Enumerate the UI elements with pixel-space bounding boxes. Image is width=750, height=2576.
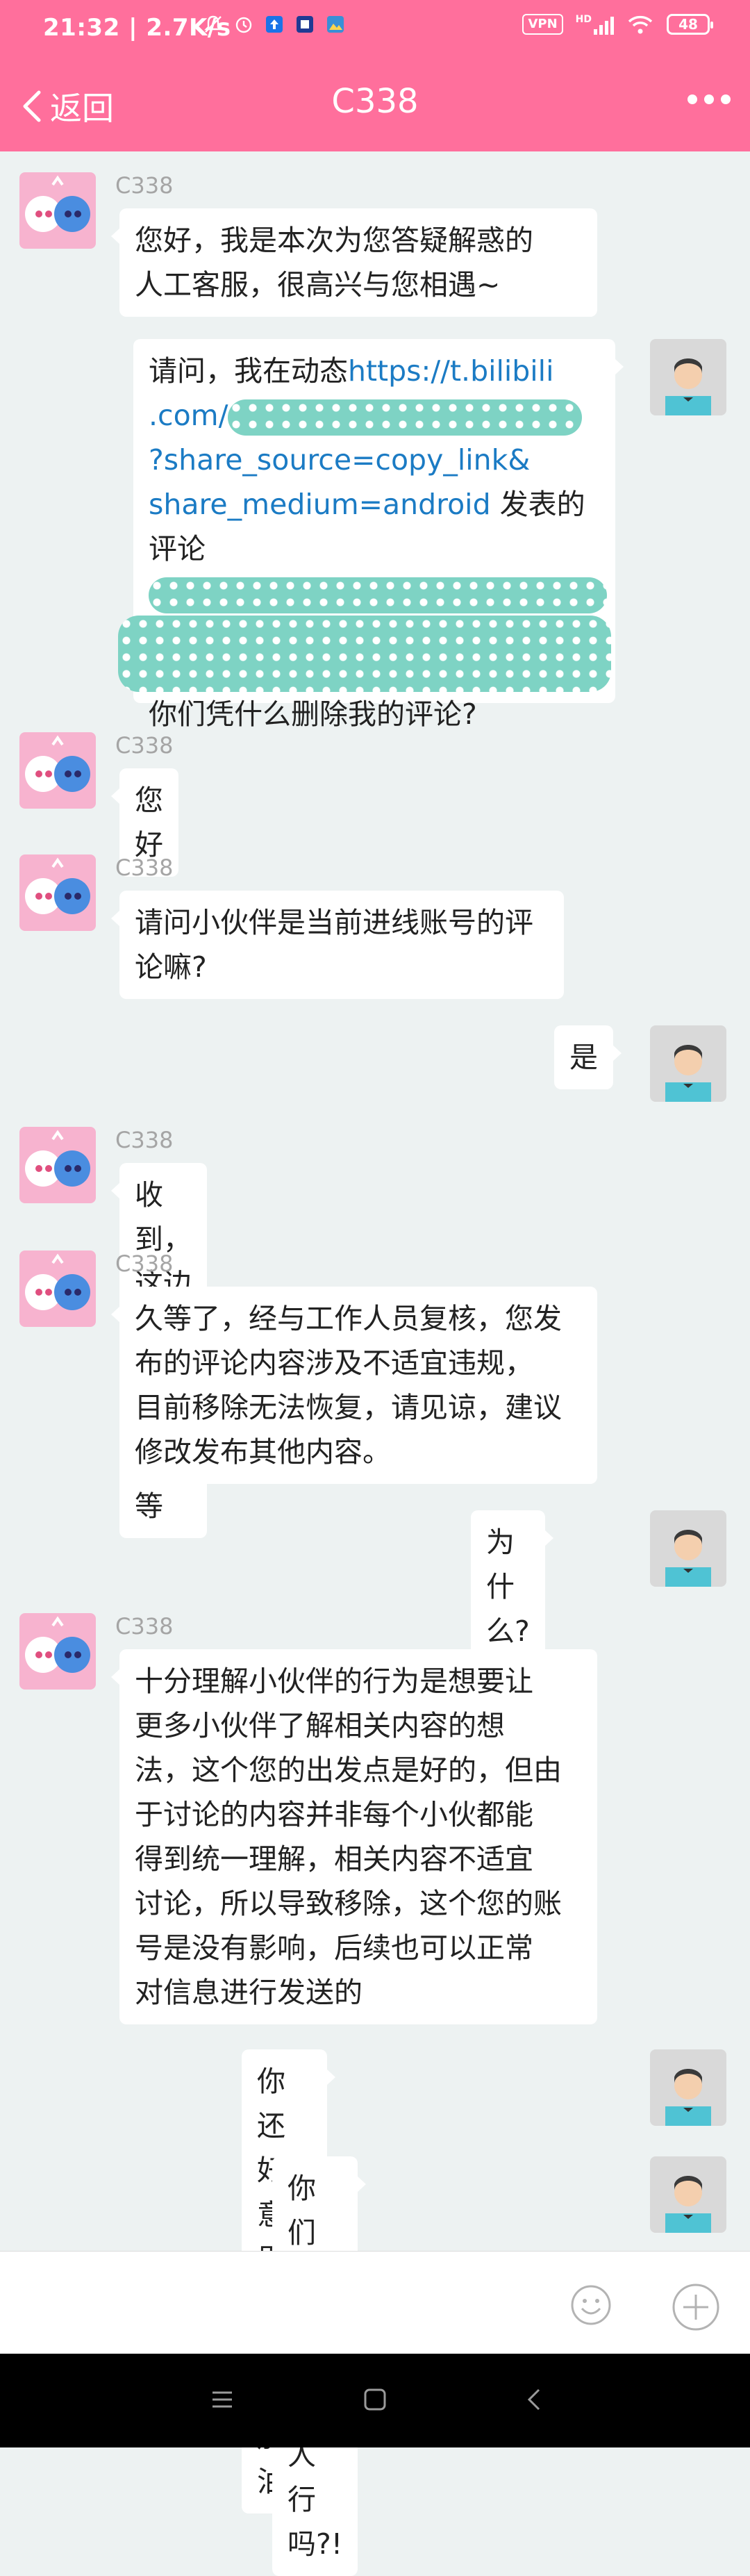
agent-avatar-icon[interactable] [19, 1250, 96, 1327]
network-type: HD [575, 14, 592, 25]
user-avatar-icon[interactable] [650, 2156, 726, 2233]
system-navigation-bar [0, 2354, 750, 2447]
emoji-icon[interactable] [569, 2284, 612, 2327]
home-icon[interactable] [361, 2386, 389, 2413]
message-text: 发表的 [490, 488, 585, 521]
message-bubble[interactable]: 您好，我是本次为您答疑解惑的 人工客服，很高兴与您相遇~ [111, 208, 597, 317]
status-right: VPN HD 48 [522, 14, 713, 35]
message-bubble[interactable]: 久等了，经与工作人员复核，您发 布的评论内容涉及不适宜违规， 目前移除无法恢复，… [111, 1287, 597, 1484]
sender-name: C338 [115, 732, 174, 759]
sender-name: C338 [115, 854, 174, 881]
status-bar: 21:32 | 2.7K/s VPN HD 48 [0, 0, 750, 56]
agent-avatar-icon[interactable] [19, 172, 96, 249]
status-notification-icons [203, 14, 346, 35]
message-bubble[interactable]: 请问小伙伴是当前进线账号的评 论嘛? [111, 891, 564, 999]
redaction-mark [149, 577, 607, 613]
user-avatar-icon[interactable] [650, 1025, 726, 1102]
message-bubble[interactable]: 是 [554, 1025, 622, 1089]
redaction-mark [228, 399, 583, 436]
message-text: 你们凭什么删除我的评论? [149, 697, 477, 731]
chat-title: C338 [331, 82, 419, 121]
app-icon [297, 16, 313, 33]
sender-name: C338 [115, 1127, 174, 1153]
vpn-badge: VPN [522, 14, 563, 35]
message-link[interactable]: share_medium=android [149, 488, 491, 521]
sender-name: C338 [115, 1250, 174, 1277]
chat-header: 返回 C338 [0, 56, 750, 151]
user-avatar-icon[interactable] [650, 339, 726, 415]
message-link[interactable]: ?share_source=copy_link& [149, 443, 530, 477]
agent-avatar-icon[interactable] [19, 1613, 96, 1690]
message-input-bar[interactable] [0, 2251, 750, 2354]
agent-avatar-icon[interactable] [19, 1127, 96, 1203]
chat-message-list[interactable]: C338 您好，我是本次为您答疑解惑的 人工客服，很高兴与您相遇~ 请问，我在动… [0, 151, 750, 2576]
message-text: 请问，我在动态 [149, 354, 348, 388]
menu-icon[interactable] [208, 2386, 236, 2413]
message-bubble[interactable]: 十分理解小伙伴的行为是想要让 更多小伙伴了解相关内容的想 法，这个您的出发点是好… [111, 1649, 597, 2024]
message-bubble[interactable]: 为什么? [471, 1510, 553, 1663]
alarm-icon [235, 17, 252, 33]
agent-avatar-icon[interactable] [19, 854, 96, 931]
user-avatar-icon[interactable] [650, 1510, 726, 1587]
gallery-icon [327, 16, 344, 33]
sender-name: C338 [115, 1613, 174, 1640]
signal-strength: HD [576, 14, 614, 35]
plus-icon[interactable] [671, 2282, 721, 2332]
message-text: 评论 [149, 532, 206, 565]
upload-icon [266, 16, 283, 33]
user-avatar-icon[interactable] [650, 2049, 726, 2126]
sender-name: C338 [115, 172, 174, 199]
battery-indicator: 48 [667, 14, 713, 35]
agent-avatar-icon[interactable] [19, 732, 96, 809]
more-dots-icon[interactable] [688, 94, 731, 104]
back-triangle-icon[interactable] [521, 2386, 549, 2413]
mute-bell-icon [204, 15, 222, 33]
wifi-icon [628, 15, 653, 34]
redaction-mark [118, 616, 611, 692]
message-bubble[interactable]: 请问，我在动态https://t.bilibili .com/ ?share_s… [118, 339, 624, 731]
message-link[interactable]: .com/ [149, 399, 228, 432]
message-link[interactable]: https://t.bilibili [348, 354, 553, 388]
